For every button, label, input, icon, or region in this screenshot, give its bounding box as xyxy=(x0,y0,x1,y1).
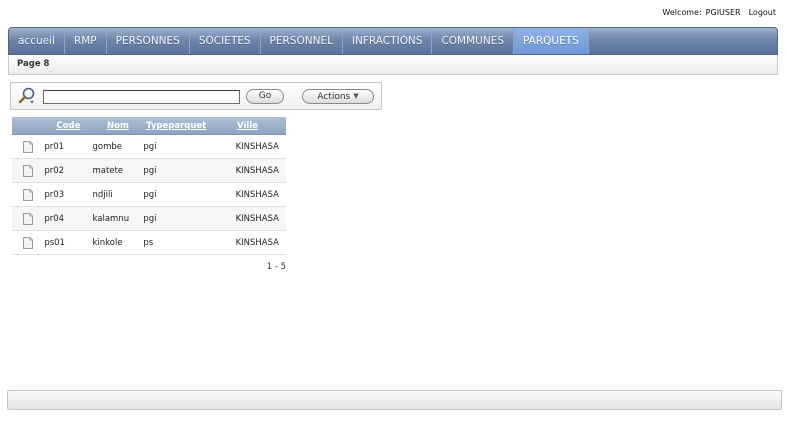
go-button[interactable]: Go xyxy=(246,89,284,104)
edit-column-header xyxy=(12,117,45,135)
table-row: pr04 kalamnu pgi KINSHASA xyxy=(12,206,286,231)
cell-code: pr03 xyxy=(44,182,93,207)
column-header-code[interactable]: Code xyxy=(44,117,93,135)
search-icon[interactable] xyxy=(17,86,37,106)
column-header-ville[interactable]: Ville xyxy=(208,117,286,135)
tab-parquets[interactable]: PARQUETS xyxy=(514,28,589,54)
username: PGIUSER xyxy=(705,8,741,17)
footer-bar xyxy=(7,390,782,410)
cell-ville: KINSHASA xyxy=(208,230,286,255)
table-row: pr02 matete pgi KINSHASA xyxy=(12,158,286,183)
cell-typeparquet: pgi xyxy=(143,134,209,159)
edit-record-icon[interactable] xyxy=(23,236,34,249)
cell-nom: kinkole xyxy=(92,230,144,255)
tab-accueil[interactable]: accueil xyxy=(9,28,65,54)
edit-record-icon[interactable] xyxy=(23,140,34,153)
edit-record-icon[interactable] xyxy=(23,188,34,201)
tab-personnes[interactable]: PERSONNES xyxy=(107,28,190,54)
search-bar: Go Actions ▼ xyxy=(10,82,382,110)
tab-societes[interactable]: SOCIETES xyxy=(190,28,261,54)
chevron-down-icon: ▼ xyxy=(353,92,359,100)
actions-label: Actions xyxy=(317,92,351,102)
table-header-row: Code Nom Typeparquet Ville xyxy=(12,117,286,135)
column-header-nom[interactable]: Nom xyxy=(92,117,144,135)
user-welcome: Welcome: PGIUSER Logout xyxy=(658,8,776,17)
table-row: pr03 ndjili pgi KINSHASA xyxy=(12,182,286,207)
breadcrumb: Page 8 xyxy=(8,55,778,75)
actions-button[interactable]: Actions ▼ xyxy=(302,89,374,104)
welcome-label: Welcome: xyxy=(662,8,702,17)
cell-code: pr02 xyxy=(44,158,93,183)
cell-code: pr01 xyxy=(44,134,93,159)
cell-typeparquet: pgi xyxy=(143,206,209,231)
cell-nom: kalamnu xyxy=(92,206,144,231)
column-header-typeparquet[interactable]: Typeparquet xyxy=(143,117,209,135)
report-table: Code Nom Typeparquet Ville pr01 gombe pg… xyxy=(12,117,286,255)
edit-record-icon[interactable] xyxy=(23,212,34,225)
table-row: pr01 gombe pgi KINSHASA xyxy=(12,134,286,159)
cell-nom: ndjili xyxy=(92,182,144,207)
cell-ville: KINSHASA xyxy=(208,206,286,231)
cell-ville: KINSHASA xyxy=(208,134,286,159)
cell-ville: KINSHASA xyxy=(208,182,286,207)
cell-nom: matete xyxy=(92,158,144,183)
main-tab-bar: accueil RMP PERSONNES SOCIETES PERSONNEL… xyxy=(8,27,778,55)
cell-typeparquet: pgi xyxy=(143,158,209,183)
cell-code: pr04 xyxy=(44,206,93,231)
cell-code: ps01 xyxy=(44,230,93,255)
page-title: Page 8 xyxy=(17,59,50,69)
logout-link[interactable]: Logout xyxy=(749,8,776,17)
search-input[interactable] xyxy=(43,90,240,104)
tab-rmp[interactable]: RMP xyxy=(65,28,107,54)
tab-communes[interactable]: COMMUNES xyxy=(432,28,514,54)
edit-record-icon[interactable] xyxy=(23,164,34,177)
tab-infractions[interactable]: INFRACTIONS xyxy=(343,28,433,54)
table-row: ps01 kinkole ps KINSHASA xyxy=(12,230,286,255)
cell-nom: gombe xyxy=(92,134,144,159)
pagination-range: 1 - 5 xyxy=(266,262,286,272)
tab-personnel[interactable]: PERSONNEL xyxy=(261,28,343,54)
cell-typeparquet: pgi xyxy=(143,182,209,207)
cell-ville: KINSHASA xyxy=(208,158,286,183)
cell-typeparquet: ps xyxy=(143,230,209,255)
